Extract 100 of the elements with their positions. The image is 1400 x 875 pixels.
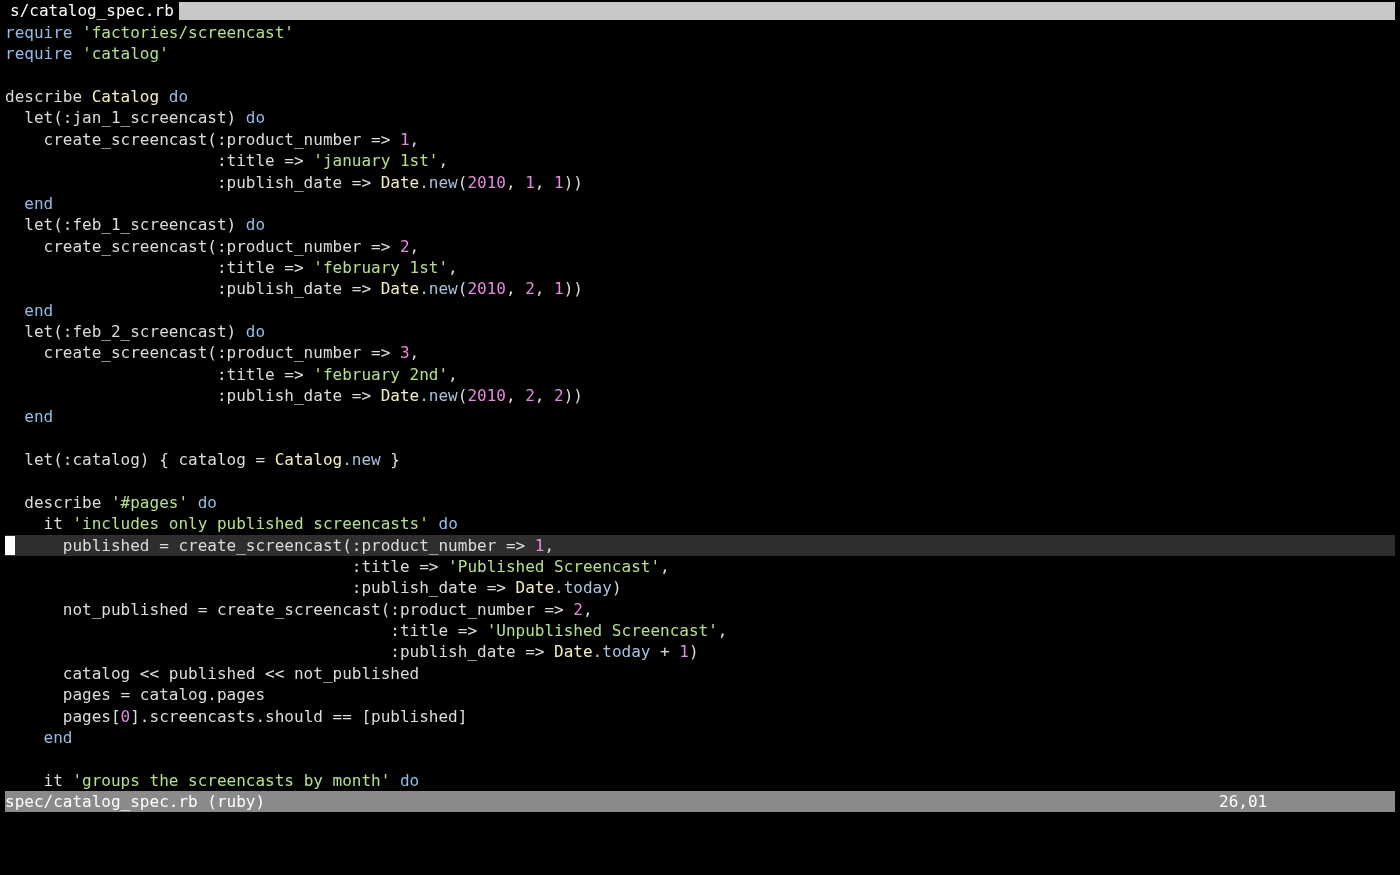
code-text: :publish_date => — [216, 172, 373, 192]
method-token: .today — [592, 642, 651, 662]
keyword-token: do — [197, 492, 217, 512]
string-token: 'Unpublished Screencast' — [486, 621, 718, 641]
number-token: 2 — [525, 279, 535, 299]
code-text: , — [583, 599, 593, 619]
keyword-token: end — [43, 727, 73, 747]
keyword-token: end — [24, 193, 54, 213]
constant-token: Catalog — [91, 87, 160, 107]
code-text: pages[ — [62, 706, 121, 726]
code-text: , — [505, 172, 517, 192]
code-text: :publish_date => — [216, 386, 373, 406]
constant-token: Date — [380, 279, 420, 299]
code-text: , — [505, 279, 517, 299]
code-text: :title => — [216, 257, 305, 277]
keyword-token: end — [24, 300, 54, 320]
code-text: , — [438, 151, 449, 171]
constant-token: Catalog — [274, 450, 343, 470]
number-token: 2010 — [467, 279, 506, 299]
code-text: , — [544, 535, 555, 555]
string-token: '#pages' — [110, 492, 189, 512]
code-text: :publish_date => — [390, 642, 546, 662]
code-text: :title => — [216, 151, 305, 171]
code-text: :title => — [351, 557, 440, 576]
code-text: ) — [611, 578, 622, 598]
code-text: not_published = create_screencast(:product_number => — [62, 599, 565, 619]
method-token: .today — [554, 578, 612, 598]
code-text: let(:feb_2_screencast) — [24, 322, 237, 342]
constant-token: Date — [380, 386, 420, 406]
keyword-token: do — [245, 108, 266, 128]
text-cursor — [5, 535, 15, 555]
code-text: describe — [5, 87, 84, 107]
string-token: 'catalog' — [82, 44, 169, 64]
string-token: 'includes only published screencasts' — [72, 514, 429, 534]
code-text: , — [448, 364, 458, 384]
code-text: create_screencast(:product_number => — [43, 343, 392, 363]
number-token: 1 — [534, 535, 545, 555]
constant-token: Date — [515, 578, 555, 598]
number-token: 2010 — [467, 172, 506, 192]
string-token: 'Published Screencast' — [448, 557, 661, 576]
keyword-token: end — [24, 407, 54, 427]
number-token: 1 — [525, 172, 535, 192]
string-token: 'february 2nd' — [313, 364, 449, 384]
constant-token: Date — [554, 642, 593, 662]
code-text: describe — [24, 492, 103, 512]
constant-token: Date — [380, 172, 420, 192]
keyword-token: do — [245, 215, 266, 235]
code-text: )) — [563, 386, 583, 406]
code-text: let(:jan_1_screencast) — [24, 108, 237, 128]
keyword-token: do — [399, 770, 420, 790]
keyword-token: require — [5, 23, 74, 42]
method-token: .new — [419, 172, 458, 192]
file-name: spec/catalog_spec.rb (ruby) — [5, 790, 267, 812]
keyword-token: do — [168, 87, 189, 107]
code-text: let(:feb_1_screencast) — [24, 215, 237, 235]
string-token: 'groups the screencasts by month' — [72, 770, 391, 790]
string-token: 'february 1st' — [313, 257, 449, 277]
code-text: )) — [563, 172, 583, 192]
code-text: } — [390, 450, 400, 470]
code-text: + — [660, 642, 671, 662]
code-text: it — [43, 514, 64, 534]
code-text: , — [534, 386, 546, 406]
code-text: :publish_date => — [216, 279, 373, 299]
number-token: 1 — [554, 172, 564, 192]
code-text: , — [534, 172, 546, 192]
cursor-position: 26,01 — [1219, 790, 1269, 812]
code-text: it — [43, 770, 64, 790]
code-text: ( — [457, 172, 468, 192]
number-token: 2 — [399, 236, 410, 256]
code-text: create_screencast(:product_number => — [43, 236, 392, 256]
number-token: 1 — [679, 642, 689, 662]
code-text: , — [409, 343, 420, 363]
code-text: ( — [457, 386, 468, 406]
number-token: 2010 — [467, 386, 506, 406]
code-text: pages = catalog.pages — [62, 685, 266, 705]
code-text: , — [717, 621, 728, 641]
code-text: ].screencasts.should == [published] — [130, 706, 468, 726]
method-token: .new — [419, 279, 458, 299]
number-token: 1 — [554, 279, 564, 299]
code-text: create_screencast(:product_number => — [43, 129, 392, 149]
code-text: , — [409, 129, 420, 149]
code-text: :title => — [390, 621, 478, 641]
string-token: 'january 1st' — [313, 151, 439, 171]
code-text: , — [505, 386, 517, 406]
code-text: , — [409, 236, 420, 256]
code-text: :publish_date => — [351, 578, 507, 598]
number-token: 1 — [399, 129, 410, 149]
number-token: 2 — [554, 386, 564, 406]
keyword-token: do — [245, 322, 266, 342]
keyword-token: require — [5, 44, 74, 64]
code-text: let(:catalog) { catalog = — [24, 450, 267, 470]
code-text: , — [534, 279, 546, 299]
keyword-token: do — [438, 514, 458, 534]
code-text: ) — [688, 642, 699, 662]
method-token: .new — [419, 386, 458, 406]
method-token: .new — [342, 450, 381, 470]
string-token: 'factories/screencast' — [82, 23, 294, 42]
code-text: ( — [457, 279, 468, 299]
code-text: , — [448, 257, 458, 277]
number-token: 3 — [399, 343, 410, 363]
